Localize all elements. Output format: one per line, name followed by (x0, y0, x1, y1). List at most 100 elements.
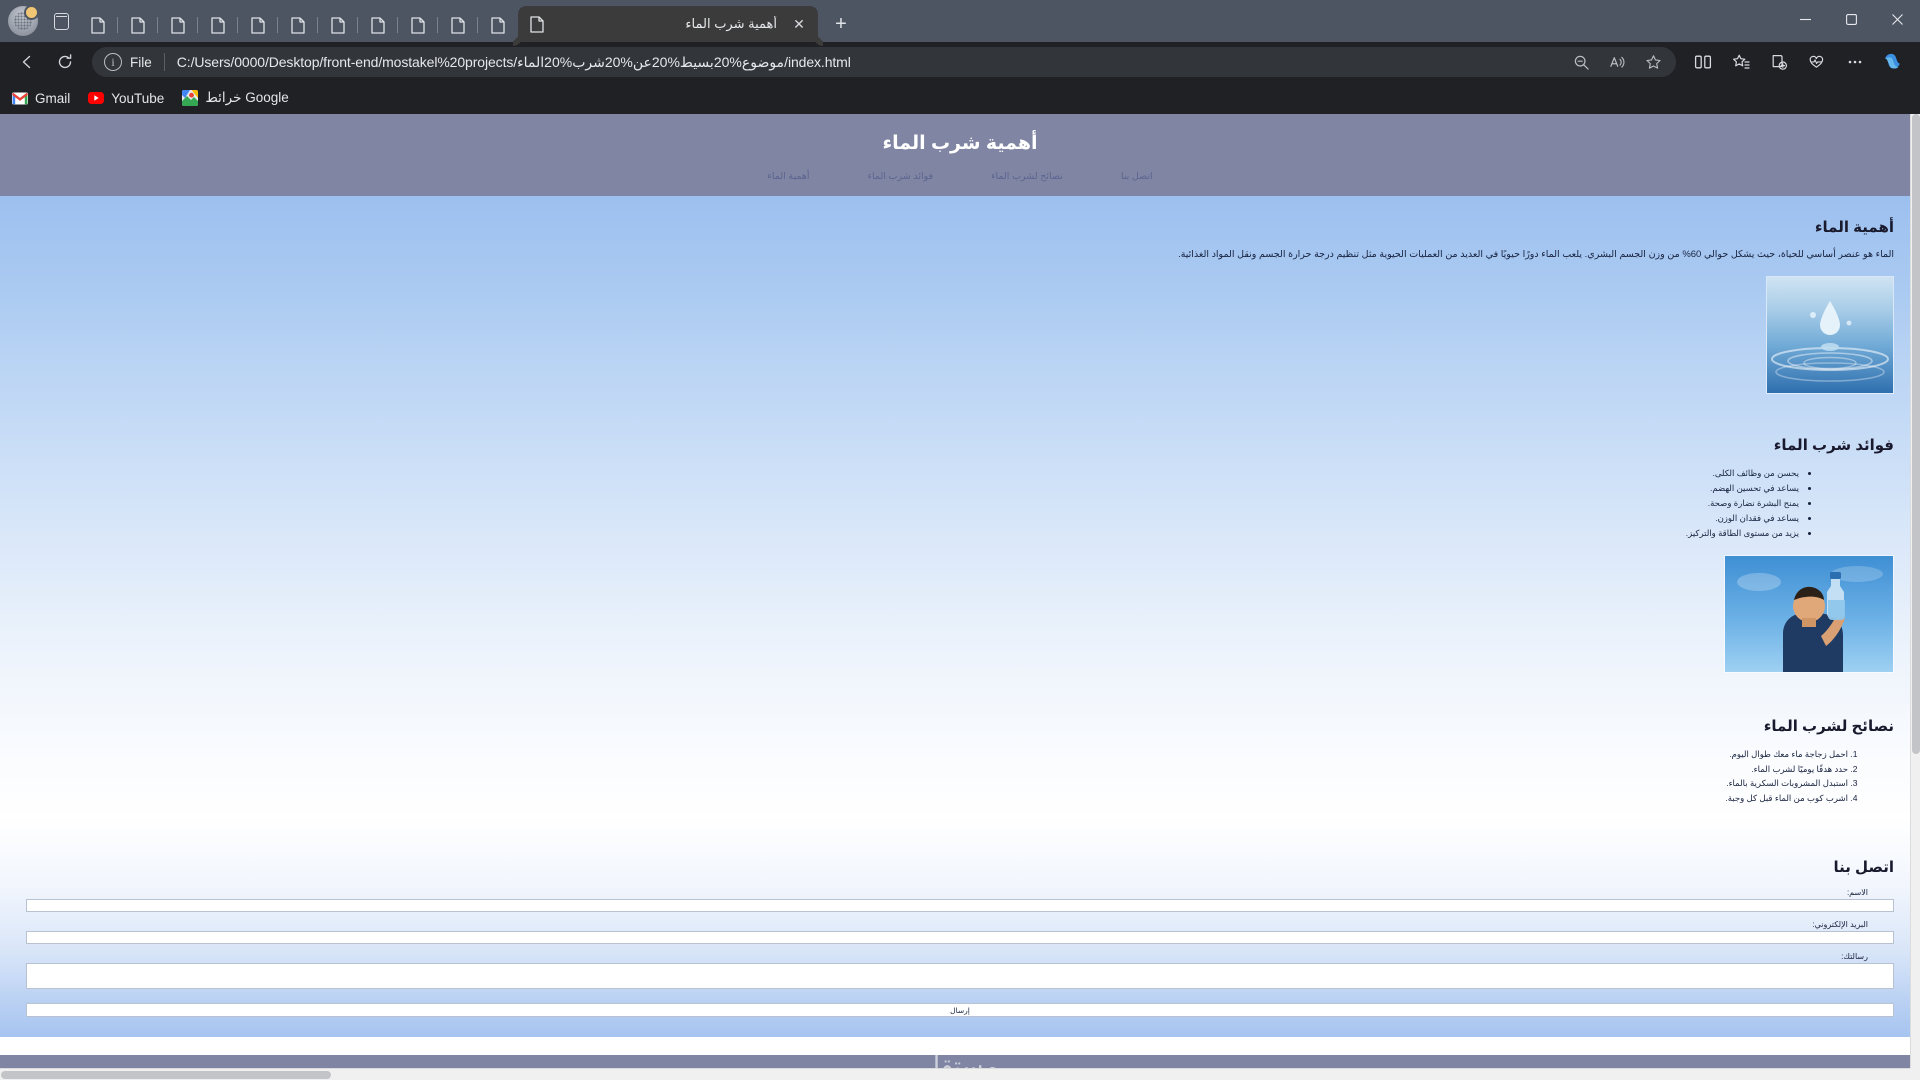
document-icon (91, 16, 105, 34)
pinned-tab[interactable] (78, 8, 118, 42)
bookmark-youtube[interactable]: YouTube (88, 90, 164, 106)
message-label: رسالتك: (1841, 952, 1868, 962)
page-viewport: أهمية شرب الماء اتصل بنا نصائح لشرب الما… (0, 114, 1920, 1080)
address-bar[interactable]: i File C:/Users/0000/Desktop/front-end/m… (92, 47, 1676, 77)
workspaces-icon (53, 12, 69, 30)
google-maps-icon (182, 90, 199, 106)
vertical-scroll-thumb[interactable] (1912, 114, 1920, 754)
split-screen-icon[interactable] (1686, 47, 1720, 77)
bookmarks-bar: Gmail YouTube خرائط Google (0, 82, 1920, 114)
pinned-tab[interactable] (397, 8, 438, 42)
rendered-document: أهمية شرب الماء اتصل بنا نصائح لشرب الما… (0, 114, 1920, 1080)
vertical-scrollbar[interactable] (1910, 114, 1920, 1080)
close-window-button[interactable] (1874, 0, 1920, 38)
read-aloud-icon[interactable] (1600, 47, 1634, 77)
copilot-icon[interactable] (1876, 47, 1910, 77)
url-scheme-label: File (130, 54, 152, 70)
profile-avatar[interactable] (8, 5, 39, 36)
active-tab-title: أهمية شرب الماء (685, 16, 777, 31)
horizontal-scrollbar[interactable] (0, 1068, 1910, 1080)
section-importance: أهمية الماء الماء هو عنصر أساسي للحياة، … (26, 218, 1894, 395)
list-item: حدد هدفًا يوميًا لشرب الماء. (26, 762, 1848, 777)
zoom-out-icon[interactable] (1564, 47, 1598, 77)
refresh-icon[interactable] (48, 47, 82, 77)
section-tips: نصائح لشرب الماء احمل زجاجة ماء معك طوال… (26, 717, 1894, 807)
list-item: يزيد من مستوى الطاقة والتركيز. (26, 526, 1799, 541)
browser-essentials-icon[interactable] (1800, 47, 1834, 77)
list-item: يساعد في فقدان الوزن. (26, 511, 1799, 526)
tab-list: أهمية شرب الماء ✕ + (78, 0, 1782, 42)
navigation-toolbar: i File C:/Users/0000/Desktop/front-end/m… (0, 42, 1920, 82)
section-contact: اتصل بنا الاسم: البريد الإلكتروني: رسالت… (26, 858, 1894, 1037)
active-tab[interactable]: أهمية شرب الماء ✕ (518, 6, 818, 42)
nav-link-importance[interactable]: أهمية الماء (767, 171, 809, 182)
pinned-tab[interactable] (277, 8, 318, 42)
omnibox-divider (163, 53, 165, 71)
site-navigation: اتصل بنا نصائح لشرب الماء فوائد شرب الما… (0, 171, 1920, 182)
horizontal-scroll-thumb[interactable] (1, 1071, 331, 1079)
importance-paragraph: الماء هو عنصر أساسي للحياة، حيث يشكل حوا… (1178, 249, 1894, 260)
collections-icon[interactable] (1762, 47, 1796, 77)
window-controls (1782, 0, 1920, 42)
document-icon (530, 15, 544, 33)
new-tab-button[interactable]: + (826, 9, 856, 39)
submit-button[interactable]: إرسال (26, 1003, 1894, 1018)
pinned-tab[interactable] (237, 8, 278, 42)
maximize-button[interactable] (1828, 0, 1874, 38)
nav-link-benefits[interactable]: فوائد شرب الماء (868, 171, 934, 182)
benefits-heading: فوائد شرب الماء (1773, 437, 1894, 455)
site-info-icon[interactable]: i (104, 53, 122, 71)
pinned-tab[interactable] (197, 8, 238, 42)
document-icon (211, 16, 225, 34)
pinned-tab[interactable] (317, 8, 358, 42)
scrollbar-corner (1910, 1068, 1920, 1080)
name-input[interactable] (26, 899, 1894, 913)
benefits-list: يحسن من وظائف الكلى. يساعد في تحسين الهض… (26, 466, 1799, 540)
browser-window: أهمية شرب الماء ✕ + i File C:/Users/0000… (0, 0, 1920, 1080)
omnibox-actions (1564, 47, 1670, 77)
pinned-tab[interactable] (357, 8, 398, 42)
gmail-icon (12, 90, 28, 106)
document-icon (451, 16, 465, 34)
importance-heading: أهمية الماء (1814, 219, 1894, 236)
minimize-button[interactable] (1782, 0, 1828, 38)
bookmark-label: خرائط Google (205, 90, 289, 105)
tabstrip-left-controls (0, 0, 78, 42)
list-item: يساعد في تحسين الهضم. (26, 481, 1799, 496)
document-icon (491, 16, 505, 34)
list-item: يحسن من وظائف الكلى. (26, 466, 1799, 481)
bookmark-gmail[interactable]: Gmail (12, 90, 70, 106)
pinned-tab[interactable] (117, 8, 158, 42)
avatar-image (14, 12, 32, 30)
message-textarea[interactable] (26, 963, 1894, 990)
tab-strip: أهمية شرب الماء ✕ + (0, 0, 1920, 42)
nav-link-tips[interactable]: نصائح لشرب الماء (991, 171, 1063, 182)
url-text[interactable]: C:/Users/0000/Desktop/front-end/mostakel… (177, 54, 1564, 71)
tab-close-icon[interactable]: ✕ (788, 13, 810, 35)
favorite-star-icon[interactable] (1636, 47, 1670, 77)
contact-form: الاسم: البريد الإلكتروني: رسالتك: إرسال (26, 888, 1894, 1037)
document-icon (171, 16, 185, 34)
document-icon (251, 16, 265, 34)
section-benefits: فوائد شرب الماء يحسن من وظائف الكلى. يسا… (26, 436, 1894, 673)
bookmark-google-maps[interactable]: خرائط Google (182, 90, 289, 106)
workspaces-button[interactable] (44, 4, 78, 38)
contact-heading: اتصل بنا (1833, 859, 1895, 877)
tips-heading: نصائح لشرب الماء (1763, 717, 1894, 735)
settings-more-icon[interactable] (1838, 47, 1872, 77)
back-icon[interactable] (10, 47, 44, 77)
email-label: البريد الإلكتروني: (1812, 920, 1868, 930)
nav-link-contact[interactable]: اتصل بنا (1121, 171, 1153, 182)
document-icon (291, 16, 305, 34)
pinned-tab[interactable] (437, 8, 478, 42)
youtube-icon (88, 90, 105, 106)
list-item: يمنح البشرة نضارة وصحة. (26, 496, 1799, 511)
main-content: مستقل mostaql.com أهمية الماء الماء هو ع… (0, 196, 1920, 1080)
document-icon (371, 16, 385, 34)
favorites-list-icon[interactable] (1724, 47, 1758, 77)
pinned-tab[interactable] (157, 8, 198, 42)
document-icon (331, 16, 345, 34)
email-input[interactable] (26, 931, 1894, 945)
list-item: اشرب كوب من الماء قبل كل وجبة. (26, 791, 1848, 806)
man-drinking-water-image (1724, 554, 1894, 673)
